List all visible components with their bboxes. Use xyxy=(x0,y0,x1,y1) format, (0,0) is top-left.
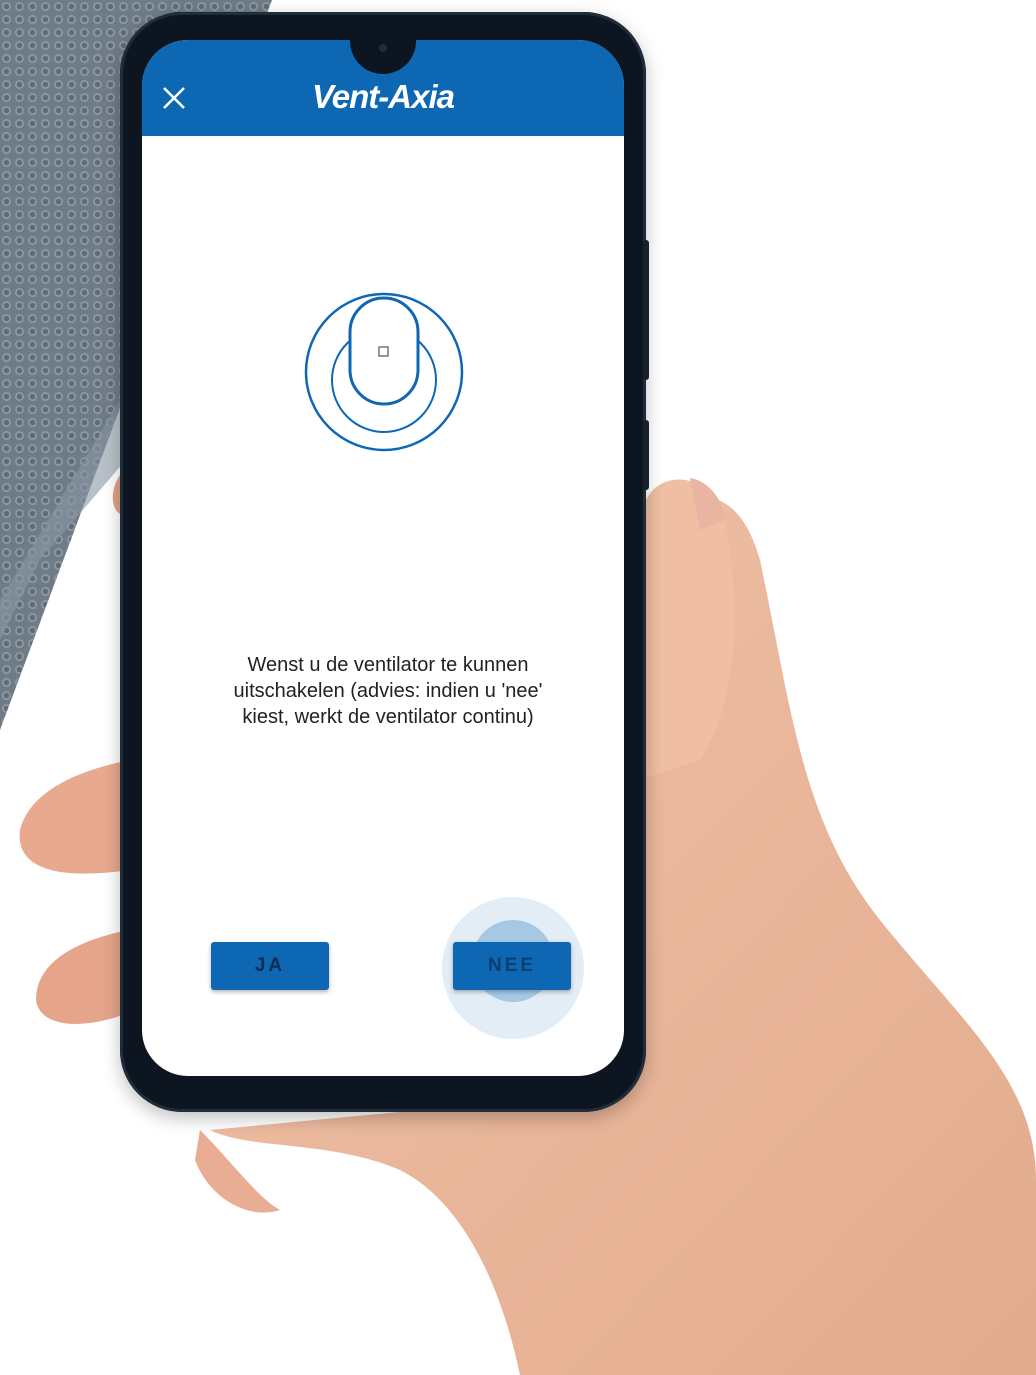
question-text: Wenst u de ventilator te kunnen uitschak… xyxy=(233,654,543,728)
power-button xyxy=(643,420,649,490)
fan-device-icon xyxy=(304,292,464,452)
touch-ripple-inner xyxy=(472,920,554,1002)
volume-button xyxy=(643,240,649,380)
brand-logo: Vent-Axia xyxy=(312,78,455,115)
camera-icon xyxy=(379,44,387,52)
yes-button[interactable]: JA xyxy=(211,942,329,990)
phone-screen: Vent-Axia Wenst u de ventilator te kunne… xyxy=(142,40,624,1076)
